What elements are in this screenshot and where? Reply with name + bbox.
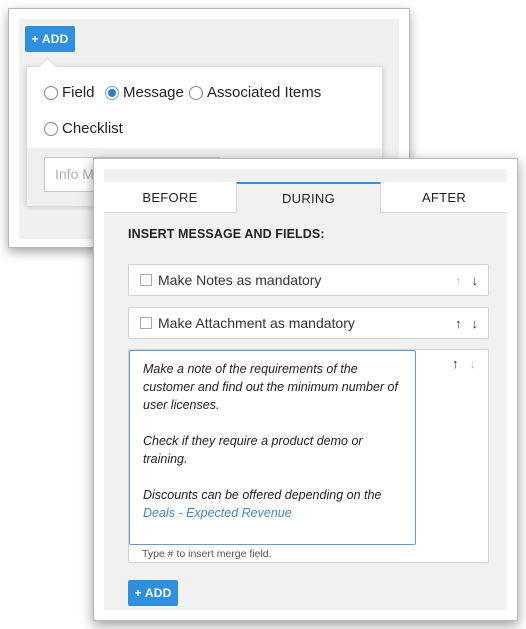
attachment-mandatory-row: Make Attachment as mandatory ↑ ↓: [128, 307, 489, 339]
message-textarea[interactable]: Make a note of the requirements of the c…: [129, 350, 416, 545]
message-arrows: ↑ ↓: [452, 356, 476, 371]
merge-field-link[interactable]: Deals - Expected Revenue: [143, 504, 405, 522]
message-line: customer and find out the minimum number…: [143, 380, 398, 394]
add-button[interactable]: + ADD: [128, 580, 178, 606]
move-up-icon[interactable]: ↑: [455, 316, 462, 331]
radio-message[interactable]: Message: [105, 84, 184, 101]
section-title: INSERT MESSAGE AND FIELDS:: [128, 227, 325, 241]
radio-associated-items-circle[interactable]: [189, 85, 203, 100]
attachment-row-arrows: ↑ ↓: [455, 308, 478, 338]
radio-checklist-circle[interactable]: [44, 121, 58, 136]
radio-message-circle[interactable]: [105, 85, 119, 100]
attachment-mandatory-label: Make Attachment as mandatory: [158, 315, 355, 331]
tab-during[interactable]: DURING: [236, 182, 381, 213]
notes-mandatory-row: Make Notes as mandatory ↑ ↓: [128, 264, 489, 296]
notes-mandatory-label: Make Notes as mandatory: [158, 272, 322, 288]
radio-message-label: Message: [123, 84, 184, 101]
radio-checklist-label: Checklist: [62, 120, 123, 137]
radio-associated-items-label: Associated Items: [207, 84, 322, 101]
radio-checklist[interactable]: Checklist: [44, 120, 123, 137]
message-line: user licenses.: [143, 398, 220, 412]
move-down-icon[interactable]: ↓: [472, 273, 479, 288]
stage-tabs: BEFORE DURING AFTER: [104, 182, 507, 213]
radio-field[interactable]: Field: [44, 84, 95, 101]
notes-row-arrows: ↑ ↓: [455, 265, 478, 295]
attachment-mandatory-checkbox[interactable]: [140, 317, 152, 329]
message-settings-card: BEFORE DURING AFTER INSERT MESSAGE AND F…: [93, 158, 518, 621]
message-line: Check if they require a product demo or: [143, 434, 363, 448]
radio-field-circle[interactable]: [44, 85, 58, 100]
merge-field-hint: Type # to insert merge field.: [142, 548, 272, 560]
move-down-icon[interactable]: ↓: [470, 356, 477, 371]
message-line: Make a note of the requirements of the: [143, 362, 358, 376]
tab-before[interactable]: BEFORE: [104, 182, 236, 213]
move-down-icon[interactable]: ↓: [472, 316, 479, 331]
message-line: training.: [143, 452, 188, 466]
radio-associated-items[interactable]: Associated Items: [189, 84, 321, 101]
tab-after[interactable]: AFTER: [381, 182, 507, 213]
move-up-icon[interactable]: ↑: [452, 356, 459, 371]
notes-mandatory-checkbox[interactable]: [140, 274, 152, 286]
radio-field-label: Field: [62, 84, 95, 101]
add-button[interactable]: + ADD: [25, 26, 75, 52]
move-up-icon[interactable]: ↑: [455, 273, 462, 288]
message-block: Make a note of the requirements of the c…: [128, 349, 489, 563]
message-line: Discounts can be offered depending on th…: [143, 488, 382, 502]
